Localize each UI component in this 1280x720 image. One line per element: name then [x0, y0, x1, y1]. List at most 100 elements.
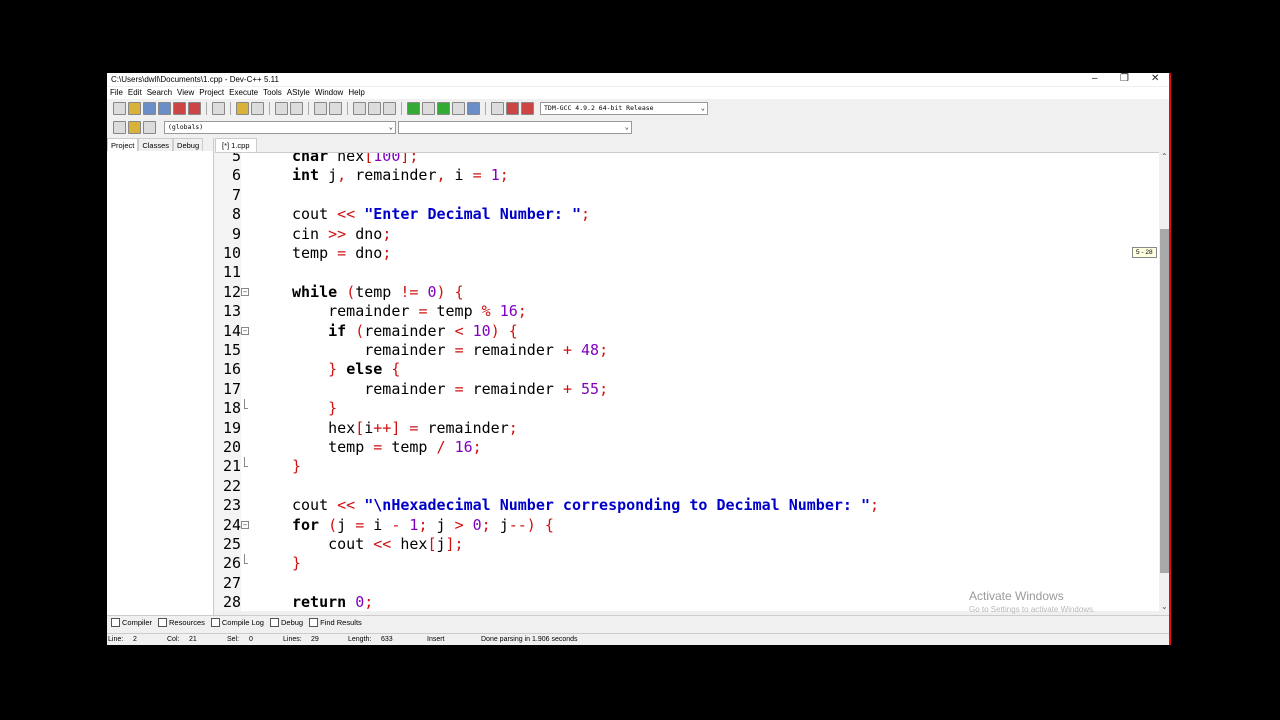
find-icon[interactable]	[275, 102, 288, 115]
code-line[interactable]: 9 cin >> dno;	[215, 225, 1159, 244]
code-line[interactable]: 11	[215, 263, 1159, 282]
tab-resources[interactable]: Resources	[158, 618, 205, 627]
code-line[interactable]: 23 cout << "\nHexadecimal Number correspo…	[215, 496, 1159, 515]
save-all-icon[interactable]	[158, 102, 171, 115]
run-icon[interactable]	[422, 102, 435, 115]
compile-run-icon[interactable]	[437, 102, 450, 115]
stop-icon[interactable]	[491, 102, 504, 115]
check-syntax-icon[interactable]	[467, 102, 480, 115]
class-browser-icon[interactable]	[113, 120, 126, 134]
save-icon[interactable]	[143, 102, 156, 115]
menu-file[interactable]: File	[110, 87, 128, 99]
code-line[interactable]: 7	[215, 186, 1159, 205]
code-editor[interactable]: 5 char hex[100]; 6 int j, remainder, i = 1;…	[215, 152, 1159, 611]
tab-compiler-label: Compiler	[122, 618, 153, 627]
code-token: j	[436, 535, 446, 553]
code-token: }	[292, 457, 302, 476]
compile-icon[interactable]	[407, 102, 420, 115]
menu-edit[interactable]: Edit	[128, 87, 147, 99]
line-number: 22	[222, 476, 241, 495]
tab-classes[interactable]: Classes	[138, 138, 174, 151]
code-text: int j, remainder, i = 1;	[292, 166, 509, 185]
scrollbar-thumb[interactable]	[1160, 229, 1169, 573]
code-line[interactable]: 26}	[215, 554, 1159, 573]
tab-debug-bottom[interactable]: Debug	[269, 618, 303, 627]
tab-compiler[interactable]: Compiler	[111, 618, 152, 627]
code-line[interactable]: 20 temp = temp / 16;	[215, 438, 1159, 457]
code-token: temp	[355, 282, 401, 301]
code-line[interactable]: 10 temp = dno;	[215, 244, 1159, 263]
rebuild-icon[interactable]	[452, 102, 465, 115]
redo-icon[interactable]	[251, 102, 264, 115]
fold-toggle-icon[interactable]: −	[241, 520, 249, 529]
menu-tools[interactable]: Tools	[263, 87, 287, 99]
undo-icon[interactable]	[236, 102, 249, 115]
minimize-button[interactable]: –	[1092, 73, 1098, 84]
code-line[interactable]: 8 cout << "Enter Decimal Number: ";	[215, 205, 1159, 224]
print-icon[interactable]	[212, 102, 225, 115]
menu-search[interactable]: Search	[147, 87, 177, 99]
restore-button[interactable]: ❐	[1120, 73, 1129, 84]
main-toolbar: TDM-GCC 4.9.2 64-bit Release ⌄	[107, 100, 1169, 117]
code-line[interactable]: 5 char hex[100];	[215, 152, 1159, 166]
menu-project[interactable]: Project	[199, 87, 229, 99]
toggle-icon[interactable]	[143, 120, 156, 134]
tab-debug[interactable]: Debug	[173, 138, 204, 151]
code-text: }	[292, 457, 301, 476]
menu-help[interactable]: Help	[348, 87, 369, 99]
code-line[interactable]: 14− if (remainder < 10) {	[215, 322, 1159, 341]
insert-icon[interactable]	[128, 120, 141, 134]
tab-find-results[interactable]: Find Results	[309, 618, 362, 627]
code-token: remainder	[463, 379, 563, 398]
menu-window[interactable]: Window	[315, 87, 348, 99]
scroll-down-icon[interactable]: ⌄	[1161, 602, 1168, 611]
close-file-icon[interactable]	[173, 102, 186, 115]
profile-icon[interactable]	[521, 102, 534, 115]
menu-execute[interactable]: Execute	[229, 87, 263, 99]
code-line[interactable]: 19 hex[i++] = remainder;	[215, 419, 1159, 438]
tab-compile-log[interactable]: Compile Log	[210, 618, 264, 627]
code-token: i	[364, 418, 374, 437]
replace-icon[interactable]	[290, 102, 303, 115]
menu-astyle[interactable]: AStyle	[287, 87, 315, 99]
find-icon	[309, 618, 319, 627]
tab-1cpp[interactable]: [*] 1.cpp	[215, 138, 257, 152]
scroll-up-icon[interactable]: ⌃	[1161, 152, 1168, 161]
code-line[interactable]: 16 } else {	[215, 360, 1159, 379]
new-file-icon[interactable]	[113, 102, 126, 115]
code-token: [	[364, 152, 374, 165]
code-line[interactable]: 15 remainder = remainder + 48;	[215, 341, 1159, 360]
open-file-icon[interactable]	[128, 102, 141, 115]
menu-view[interactable]: View	[177, 87, 199, 99]
comment-icon[interactable]	[383, 102, 396, 115]
tab-project[interactable]: Project	[107, 138, 139, 151]
member-select[interactable]: ⌄	[398, 120, 632, 134]
code-line[interactable]: 24− for (j = i - 1; j > 0; j--) {	[215, 516, 1159, 535]
line-number: 11	[222, 263, 241, 282]
code-line[interactable]: 17 remainder = remainder + 55;	[215, 380, 1159, 399]
tab-compile-log-label: Compile Log	[221, 618, 264, 627]
fold-toggle-icon[interactable]: −	[241, 287, 249, 296]
code-line[interactable]: 22	[215, 477, 1159, 496]
line-number: 20	[222, 438, 241, 456]
back-icon[interactable]	[353, 102, 366, 115]
forward-icon[interactable]	[368, 102, 381, 115]
close-all-icon[interactable]	[188, 102, 201, 115]
code-line[interactable]: 6 int j, remainder, i = 1;	[215, 166, 1159, 185]
bookmark-icon[interactable]	[329, 102, 342, 115]
scope-select[interactable]: (globals) ⌄	[164, 120, 396, 134]
compiler-select[interactable]: TDM-GCC 4.9.2 64-bit Release ⌄	[540, 102, 708, 115]
code-line[interactable]: 13 remainder = temp % 16;	[215, 302, 1159, 321]
close-button[interactable]: ✕	[1151, 73, 1159, 84]
chart-icon[interactable]	[506, 102, 519, 115]
fold-toggle-icon[interactable]: −	[241, 326, 249, 335]
code-line[interactable]: 12− while (temp != 0) {	[215, 283, 1159, 302]
vertical-scrollbar[interactable]: ⌃ ⌄	[1159, 152, 1169, 611]
code-line[interactable]: 18 }	[215, 399, 1159, 418]
goto-line-icon[interactable]	[314, 102, 327, 115]
code-line[interactable]: 25 cout << hex[j];	[215, 535, 1159, 554]
code-line[interactable]: 21}	[215, 457, 1159, 476]
check-icon	[269, 618, 279, 627]
